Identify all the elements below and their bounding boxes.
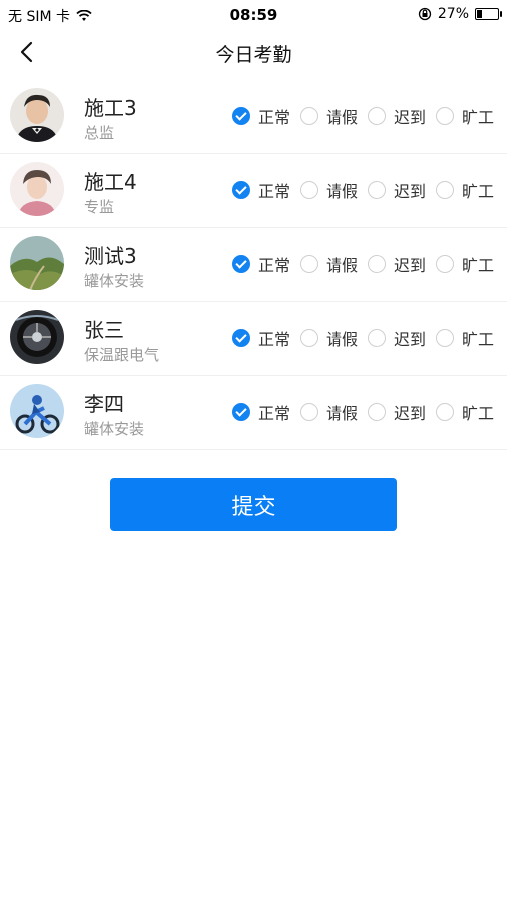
attendance-option[interactable]: 迟到 — [366, 178, 426, 202]
attendance-option[interactable]: 旷工 — [434, 326, 494, 350]
radio-button[interactable] — [300, 107, 319, 125]
battery-icon — [475, 8, 502, 20]
radio-button[interactable] — [436, 255, 455, 273]
radio-button[interactable] — [232, 403, 250, 421]
attendance-option[interactable]: 正常 — [230, 400, 290, 424]
radio-button[interactable] — [368, 255, 387, 273]
radio-button[interactable] — [368, 329, 387, 347]
option-label: 迟到 — [394, 182, 427, 201]
attendance-option[interactable]: 迟到 — [366, 252, 426, 276]
avatar — [10, 384, 64, 438]
employee-role: 保温跟电气 — [84, 346, 160, 364]
option-label: 请假 — [326, 330, 359, 349]
battery-percent: 27% — [437, 6, 469, 22]
employee-name: 施工4 — [84, 170, 137, 194]
radio-button[interactable] — [232, 107, 250, 125]
avatar — [10, 236, 64, 290]
attendance-option[interactable]: 正常 — [230, 252, 290, 276]
employee-name: 测试3 — [84, 244, 137, 268]
option-label: 正常 — [258, 256, 291, 275]
page-title: 今日考勤 — [215, 44, 292, 66]
attendance-option[interactable]: 请假 — [298, 326, 358, 350]
option-label: 旷工 — [462, 108, 495, 127]
attendance-options: 正常 请假 迟到 旷工 — [230, 178, 502, 202]
employee-name: 施工3 — [84, 96, 137, 120]
avatar — [10, 162, 64, 216]
attendance-option[interactable]: 旷工 — [434, 252, 494, 276]
radio-button[interactable] — [436, 329, 455, 347]
attendance-options: 正常 请假 迟到 旷工 — [230, 400, 502, 424]
employee-row: 李四罐体安装 正常 请假 迟到 旷工 — [0, 376, 507, 450]
attendance-option[interactable]: 旷工 — [434, 104, 494, 128]
employee-role: 专监 — [84, 198, 115, 216]
option-label: 旷工 — [462, 330, 495, 349]
employee-row: 施工3 总监 正常 请假 迟到 旷工 — [0, 80, 507, 154]
option-label: 请假 — [326, 404, 359, 423]
status-bar: 无 SIM 卡 08:59 27% — [0, 0, 507, 28]
option-label: 迟到 — [394, 330, 427, 349]
attendance-option[interactable]: 请假 — [298, 104, 358, 128]
option-label: 请假 — [326, 182, 359, 201]
attendance-option[interactable]: 迟到 — [366, 326, 426, 350]
option-label: 迟到 — [394, 108, 427, 127]
option-label: 请假 — [326, 256, 359, 275]
battery-level — [477, 10, 483, 18]
employee-row: 施工4 专监 正常 请假 迟到 旷工 — [0, 154, 507, 228]
employee-role: 罐体安装 — [84, 420, 145, 438]
attendance-option[interactable]: 请假 — [298, 400, 358, 424]
employee-name: 张三 — [84, 318, 124, 342]
radio-button[interactable] — [300, 255, 319, 273]
attendance-option[interactable]: 正常 — [230, 104, 290, 128]
avatar — [10, 310, 64, 364]
option-label: 正常 — [258, 330, 291, 349]
employee-row: 测试3 罐体安装 正常 请假 迟到 旷工 — [0, 228, 507, 302]
radio-button[interactable] — [368, 181, 387, 199]
radio-button[interactable] — [232, 329, 250, 347]
radio-button[interactable] — [300, 329, 319, 347]
attendance-options: 正常 请假 迟到 旷工 — [230, 104, 502, 128]
option-label: 迟到 — [394, 256, 427, 275]
option-label: 正常 — [258, 182, 291, 201]
option-label: 正常 — [258, 108, 291, 127]
radio-button[interactable] — [232, 255, 250, 273]
submit-button[interactable]: 提交 — [110, 478, 397, 531]
radio-button[interactable] — [300, 181, 319, 199]
option-label: 迟到 — [394, 404, 427, 423]
attendance-option[interactable]: 正常 — [230, 178, 290, 202]
employee-row: 张三保温跟电气 正常 请假 迟到 旷工 — [0, 302, 507, 376]
employee-role: 总监 — [84, 124, 115, 142]
radio-button[interactable] — [368, 107, 387, 125]
option-label: 旷工 — [462, 256, 495, 275]
status-right: 27% — [418, 6, 502, 22]
attendance-option[interactable]: 旷工 — [434, 400, 494, 424]
attendance-option[interactable]: 请假 — [298, 252, 358, 276]
attendance-options: 正常 请假 迟到 旷工 — [230, 252, 502, 276]
option-label: 正常 — [258, 404, 291, 423]
option-label: 旷工 — [462, 404, 495, 423]
employee-name: 李四 — [84, 392, 124, 416]
radio-button[interactable] — [232, 181, 250, 199]
attendance-option[interactable]: 请假 — [298, 178, 358, 202]
attendance-option[interactable]: 旷工 — [434, 178, 494, 202]
option-label: 请假 — [326, 108, 359, 127]
radio-button[interactable] — [300, 403, 319, 421]
option-label: 旷工 — [462, 182, 495, 201]
radio-button[interactable] — [368, 403, 387, 421]
orientation-lock-icon — [418, 7, 432, 21]
attendance-option[interactable]: 迟到 — [366, 104, 426, 128]
attendance-option[interactable]: 正常 — [230, 326, 290, 350]
radio-button[interactable] — [436, 403, 455, 421]
radio-button[interactable] — [436, 181, 455, 199]
attendance-option[interactable]: 迟到 — [366, 400, 426, 424]
nav-bar: 今日考勤 — [0, 28, 507, 76]
radio-button[interactable] — [436, 107, 455, 125]
attendance-list: 施工3 总监 正常 请假 迟到 旷工 施工4 专监 正常 请假 迟到 旷工 测试3 罐体安装 正常 请假 迟到旷… — [0, 80, 507, 450]
employee-role: 罐体安装 — [84, 272, 145, 290]
avatar — [10, 88, 64, 142]
attendance-options: 正常 请假 迟到 旷工 — [230, 326, 502, 350]
